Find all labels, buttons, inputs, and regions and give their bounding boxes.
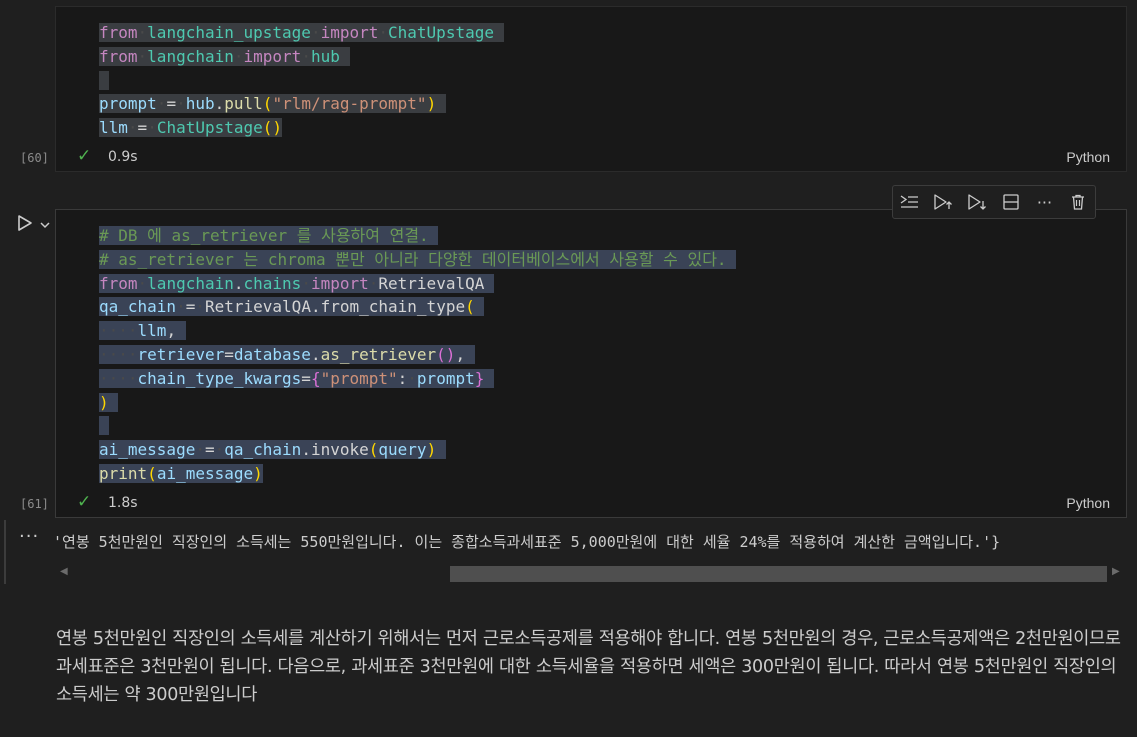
code-token: retriever [137,344,225,364]
code-token: from [99,46,138,66]
code-token: pull [224,94,263,114]
code-token: import [243,46,302,66]
execute-above-button[interactable] [897,189,923,215]
run-cell-button[interactable] [16,214,34,236]
code-token: prompt [416,368,475,388]
run-above-button[interactable] [930,189,956,215]
execute-above-icon [900,195,918,208]
more-icon[interactable]: ··· [1031,189,1057,215]
cell-toolbar: ··· [892,185,1096,219]
success-check-icon: ✓ [77,492,92,512]
trash-icon [1072,194,1085,210]
code-token: as_retriever [320,344,437,364]
code-token: print [99,463,148,483]
run-below-icon [968,194,987,210]
code-token: llm [99,118,128,138]
scroll-right-arrow-icon[interactable]: ▶ [1112,566,1120,577]
cell-language-label[interactable]: Python [1066,495,1110,511]
code-token: = [204,440,215,460]
code-cell-2[interactable]: # DB 에 as_retriever 를 사용하여 연결. # as_retr… [20,209,1127,518]
execution-count: [60] [20,151,49,165]
code-comment: # as_retriever 는 chroma 뿐만 아니라 다양한 데이터베이… [99,249,727,269]
split-cell-icon [1003,194,1019,210]
code-token: = [185,297,196,317]
success-check-icon: ✓ [77,146,92,166]
code-cell-1[interactable]: from·langchain_upstage·import·ChatUpstag… [20,6,1127,172]
code-token: = [166,94,177,114]
code-token: llm [137,321,167,341]
code-token: chains [243,273,302,293]
code-token: ai_message [156,463,254,483]
delete-cell-button[interactable] [1065,189,1091,215]
run-above-icon [934,194,953,210]
code-token: query [378,440,427,460]
cell-language-label[interactable]: Python [1066,149,1110,165]
split-cell-button[interactable] [998,189,1024,215]
code-token: qa_chain [224,440,302,460]
cell-1-code-editor[interactable]: from·langchain_upstage·import·ChatUpstag… [99,21,504,140]
cell-2-code-editor[interactable]: # DB 에 as_retriever 를 사용하여 연결. # as_retr… [99,224,737,486]
run-below-button[interactable] [964,189,990,215]
chevron-down-icon [40,222,50,229]
run-options-button[interactable] [39,216,51,235]
code-token: from [99,273,138,293]
code-token: "rlm/rag-prompt" [272,94,427,114]
output-more-icon[interactable]: ··· [19,526,39,547]
code-token: ChatUpstage [156,118,263,138]
code-token: langchain_upstage [147,23,311,42]
execution-time: 0.9s [108,149,138,165]
code-token: import [320,23,379,42]
code-token: langchain [147,273,234,293]
code-token: langchain [147,46,234,66]
horizontal-scrollbar-thumb[interactable] [450,566,1107,582]
code-comment: # DB 에 as_retriever 를 사용하여 연결. [99,226,429,245]
code-token: database [233,344,311,364]
code-token: qa_chain [99,297,177,317]
execution-time: 1.8s [108,495,138,511]
code-token: chain_type_kwargs [137,368,302,388]
code-token: invoke [310,440,369,460]
code-token: from [99,23,138,42]
code-token: import [310,273,369,293]
output-text: '연봉 5천만원인 직장인의 소득세는 550만원입니다. 이는 종합소득과세표… [53,533,1001,551]
code-token: = [137,118,148,138]
code-token: "prompt" [320,368,398,388]
code-token: hub [185,94,215,114]
code-token: RetrievalQA [204,297,311,317]
scroll-left-arrow-icon[interactable]: ◀ [60,566,68,577]
code-token: ai_message [99,440,196,460]
execution-count: [61] [20,497,49,511]
code-token: RetrievalQA [378,273,485,293]
code-token: from_chain_type [320,297,466,317]
code-token: ChatUpstage [388,23,494,42]
output-focus-bar [4,520,6,584]
markdown-cell-text: 연봉 5천만원인 직장인의 소득세를 계산하기 위해서는 먼저 근로소득공제를 … [56,629,1121,705]
play-icon [18,215,32,231]
code-token: hub [310,46,340,66]
code-token: prompt [99,94,157,114]
